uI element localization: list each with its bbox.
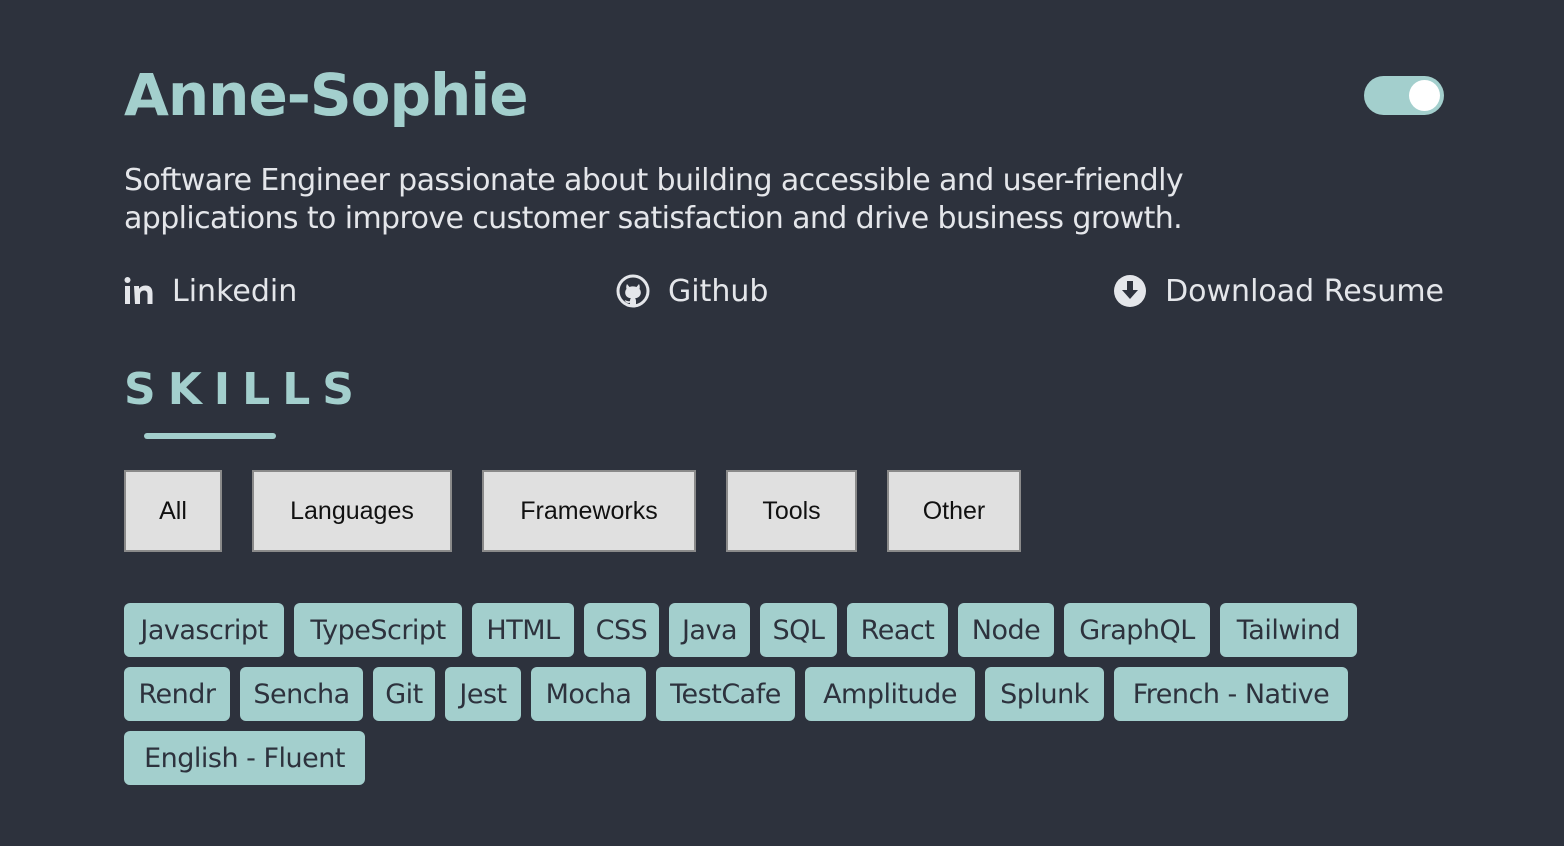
skill-tag: Sencha xyxy=(240,667,363,721)
skill-tag: React xyxy=(847,603,948,657)
skill-tag: Splunk xyxy=(985,667,1104,721)
skill-tag: French - Native xyxy=(1114,667,1348,721)
bio-line: Software Engineer passionate about build… xyxy=(124,163,1184,198)
filter-all-button[interactable]: All xyxy=(124,470,222,552)
github-label: Github xyxy=(668,273,769,309)
skill-tag: English - Fluent xyxy=(124,731,365,785)
skill-tag: Node xyxy=(958,603,1054,657)
skill-tag: GraphQL xyxy=(1064,603,1210,657)
filter-tools-button[interactable]: Tools xyxy=(726,470,857,552)
linkedin-icon xyxy=(124,276,154,306)
download-resume-label: Download Resume xyxy=(1165,273,1444,309)
download-icon xyxy=(1113,274,1147,308)
skill-tag: Java xyxy=(669,603,750,657)
linkedin-label: Linkedin xyxy=(172,273,298,309)
profile-name: Anne-Sophie xyxy=(124,61,529,129)
skill-tag: Amplitude xyxy=(805,667,975,721)
download-resume-link[interactable]: Download Resume xyxy=(1113,268,1444,314)
filter-languages-button[interactable]: Languages xyxy=(252,470,452,552)
skills-heading: SKILLS xyxy=(124,364,366,415)
skill-tag: Javascript xyxy=(124,603,284,657)
skill-tag: HTML xyxy=(472,603,574,657)
skill-tag: CSS xyxy=(584,603,659,657)
profile-bio: Software Engineer passionate about build… xyxy=(124,162,1364,238)
linkedin-link[interactable]: Linkedin xyxy=(124,268,297,314)
filter-frameworks-button[interactable]: Frameworks xyxy=(482,470,696,552)
skill-tag: Jest xyxy=(445,667,521,721)
social-links: Linkedin Github Download Resume xyxy=(124,268,1444,314)
skill-tag: TestCafe xyxy=(656,667,795,721)
skill-tag: Git xyxy=(373,667,435,721)
github-icon xyxy=(616,274,650,308)
toggle-knob xyxy=(1409,80,1440,111)
github-link[interactable]: Github xyxy=(616,268,768,314)
theme-toggle[interactable] xyxy=(1364,76,1444,115)
skill-tag: Tailwind xyxy=(1220,603,1357,657)
skill-tag: TypeScript xyxy=(294,603,462,657)
skills-underline xyxy=(144,433,276,439)
bio-line: applications to improve customer satisfa… xyxy=(124,201,1183,236)
filter-other-button[interactable]: Other xyxy=(887,470,1021,552)
skill-tag: Mocha xyxy=(531,667,646,721)
portfolio-page: Anne-Sophie Software Engineer passionate… xyxy=(0,0,1564,846)
skill-tag: SQL xyxy=(760,603,837,657)
skill-tag: Rendr xyxy=(124,667,230,721)
